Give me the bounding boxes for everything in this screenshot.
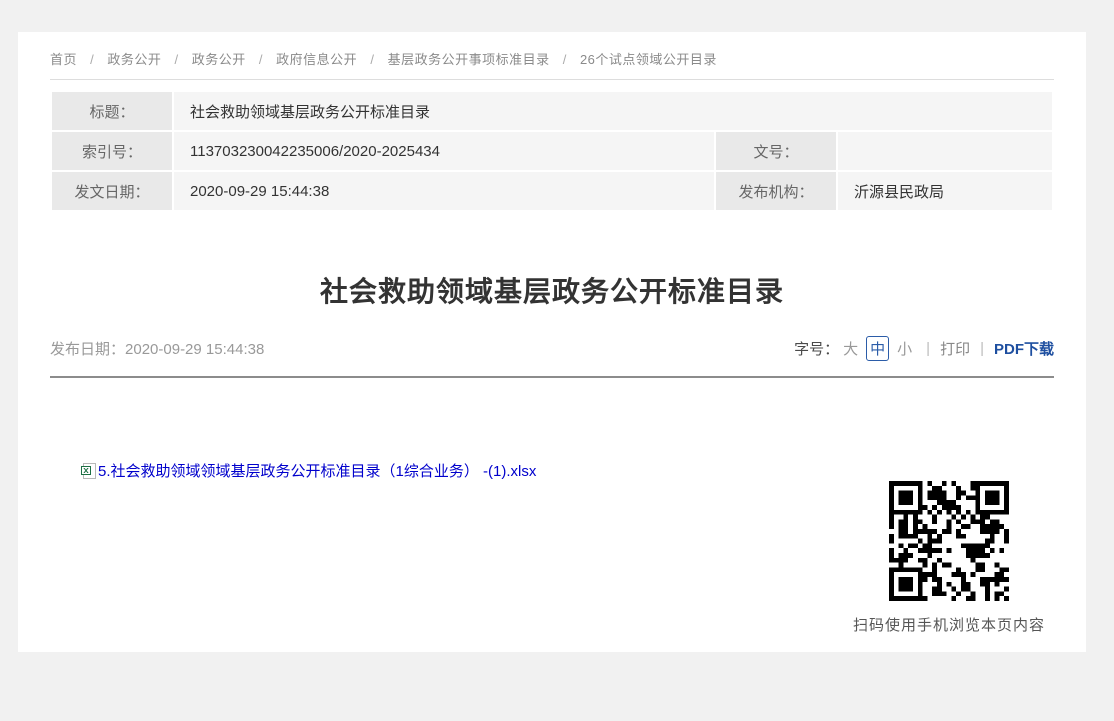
toolbar-separator: | bbox=[926, 340, 930, 357]
table-row: 标题： 社会救助领域基层政务公开标准目录 bbox=[52, 92, 1052, 130]
excel-file-icon bbox=[80, 463, 96, 479]
publish-date-value: 2020-09-29 15:44:38 bbox=[125, 341, 264, 358]
breadcrumb-separator: / bbox=[370, 52, 374, 67]
article-meta-row: 发布日期：2020-09-29 15:44:38 字号： 大 中 小 | 打印 … bbox=[50, 336, 1054, 361]
breadcrumb-separator: / bbox=[90, 52, 94, 67]
index-number-label: 索引号： bbox=[52, 132, 172, 170]
attachment-file-name[interactable]: 5.社会救助领域领域基层政务公开标准目录（1综合业务） -(1).xlsx bbox=[98, 460, 536, 481]
publisher-value: 沂源县民政局 bbox=[838, 172, 1052, 210]
toolbar-separator: | bbox=[980, 340, 984, 357]
content-card: 首页 / 政务公开 / 政务公开 / 政府信息公开 / 基层政务公开事项标准目录… bbox=[18, 32, 1086, 652]
breadcrumb-item-gov-info[interactable]: 政府信息公开 bbox=[276, 52, 357, 67]
breadcrumb-item-zwgk-2[interactable]: 政务公开 bbox=[192, 52, 246, 67]
font-size-label: 字号： bbox=[794, 338, 839, 359]
publish-date: 发布日期：2020-09-29 15:44:38 bbox=[50, 338, 264, 359]
title-value: 社会救助领域基层政务公开标准目录 bbox=[174, 92, 1052, 130]
breadcrumb-separator: / bbox=[175, 52, 179, 67]
breadcrumb-separator: / bbox=[259, 52, 263, 67]
font-size-large-button[interactable]: 大 bbox=[843, 338, 858, 359]
font-size-small-button[interactable]: 小 bbox=[897, 338, 912, 359]
breadcrumb-item-standard-catalog[interactable]: 基层政务公开事项标准目录 bbox=[388, 52, 550, 67]
index-number-value: 113703230042235006/2020-2025434 bbox=[174, 132, 714, 170]
document-info-table: 标题： 社会救助领域基层政务公开标准目录 索引号： 11370323004223… bbox=[50, 90, 1054, 212]
table-row: 索引号： 113703230042235006/2020-2025434 文号： bbox=[52, 132, 1052, 170]
breadcrumb: 首页 / 政务公开 / 政务公开 / 政府信息公开 / 基层政务公开事项标准目录… bbox=[50, 32, 1054, 68]
doc-number-label: 文号： bbox=[716, 132, 836, 170]
qr-caption: 扫码使用手机浏览本页内容 bbox=[844, 614, 1054, 635]
table-row: 发文日期： 2020-09-29 15:44:38 发布机构： 沂源县民政局 bbox=[52, 172, 1052, 210]
publisher-label: 发布机构： bbox=[716, 172, 836, 210]
issue-date-value: 2020-09-29 15:44:38 bbox=[174, 172, 714, 210]
breadcrumb-item-home[interactable]: 首页 bbox=[50, 52, 77, 67]
breadcrumb-divider bbox=[50, 79, 1054, 80]
breadcrumb-item-zwgk-1[interactable]: 政务公开 bbox=[107, 52, 161, 67]
qr-code bbox=[889, 481, 1009, 601]
article-body: 5.社会救助领域领域基层政务公开标准目录（1综合业务） -(1).xlsx 扫码… bbox=[50, 378, 1054, 640]
font-size-medium-button[interactable]: 中 bbox=[866, 336, 889, 361]
page-title: 社会救助领域基层政务公开标准目录 bbox=[50, 270, 1054, 310]
pdf-download-button[interactable]: PDF下载 bbox=[994, 338, 1054, 359]
issue-date-label: 发文日期： bbox=[52, 172, 172, 210]
doc-number-value bbox=[838, 132, 1052, 170]
article-toolbar: 字号： 大 中 小 | 打印 | PDF下载 bbox=[794, 336, 1054, 361]
breadcrumb-separator: / bbox=[563, 52, 567, 67]
attachment-link[interactable]: 5.社会救助领域领域基层政务公开标准目录（1综合业务） -(1).xlsx bbox=[80, 460, 536, 481]
qr-section: 扫码使用手机浏览本页内容 bbox=[844, 481, 1054, 635]
print-button[interactable]: 打印 bbox=[940, 338, 970, 359]
breadcrumb-item-pilot-catalog[interactable]: 26个试点领域公开目录 bbox=[580, 52, 717, 67]
title-label: 标题： bbox=[52, 92, 172, 130]
publish-date-label: 发布日期： bbox=[50, 341, 125, 358]
